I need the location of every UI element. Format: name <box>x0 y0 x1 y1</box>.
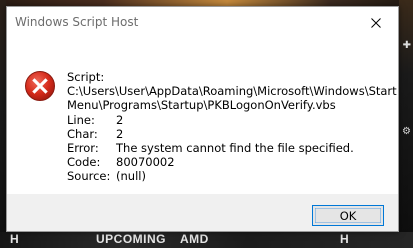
screen: ✚ ⚙ H UPCOMING AMD H Windows Script Host <box>0 0 413 248</box>
detail-value: 2 <box>116 112 124 127</box>
script-path-line-2: Menu\Programs\Startup\PKBLogonOnVerify.v… <box>67 98 336 113</box>
script-error-dialog: Windows Script Host Script: C:\Users\Use… <box>6 6 399 232</box>
detail-value: (null) <box>116 169 146 184</box>
background-game-bottom: H UPCOMING AMD H <box>0 232 413 248</box>
detail-value: 80070002 <box>116 155 175 170</box>
background-letter-left: H <box>10 232 20 246</box>
script-label: Script: <box>67 70 105 84</box>
detail-label: Code: <box>67 155 101 170</box>
error-message: Script: C:\Users\User\AppData\Roaming\Mi… <box>67 70 397 184</box>
background-upcoming-label: UPCOMING <box>96 232 166 246</box>
close-button[interactable] <box>354 7 398 38</box>
detail-row-char: Char: 2 <box>67 127 389 141</box>
dialog-body: Script: C:\Users\User\AppData\Roaming\Mi… <box>7 38 398 194</box>
error-icon <box>25 71 55 101</box>
dialog-footer: OK <box>7 194 398 231</box>
detail-label: Error: <box>67 141 99 156</box>
script-path-line-1: C:\Users\User\AppData\Roaming\Microsoft\… <box>67 84 397 99</box>
detail-label: Line: <box>67 112 95 127</box>
detail-label: Source: <box>67 169 111 184</box>
background-plus-icon: ✚ <box>402 40 411 51</box>
background-amd-label: AMD <box>180 232 209 246</box>
detail-row-source: Source: (null) <box>67 169 389 183</box>
close-icon <box>371 17 381 28</box>
detail-row-error: Error: The system cannot find the file s… <box>67 141 389 155</box>
ok-button[interactable]: OK <box>312 205 384 226</box>
detail-row-code: Code: 80070002 <box>67 155 389 169</box>
background-settings-icon: ⚙ <box>402 126 411 137</box>
detail-value: The system cannot find the file specifie… <box>116 141 354 156</box>
detail-label: Char: <box>67 126 98 141</box>
dialog-titlebar[interactable]: Windows Script Host <box>7 7 398 38</box>
detail-row-line: Line: 2 <box>67 113 389 127</box>
detail-value: 2 <box>116 126 124 141</box>
background-letter-right: H <box>340 232 350 246</box>
background-game-right: ✚ ⚙ <box>399 0 413 248</box>
dialog-title: Windows Script Host <box>15 15 139 29</box>
